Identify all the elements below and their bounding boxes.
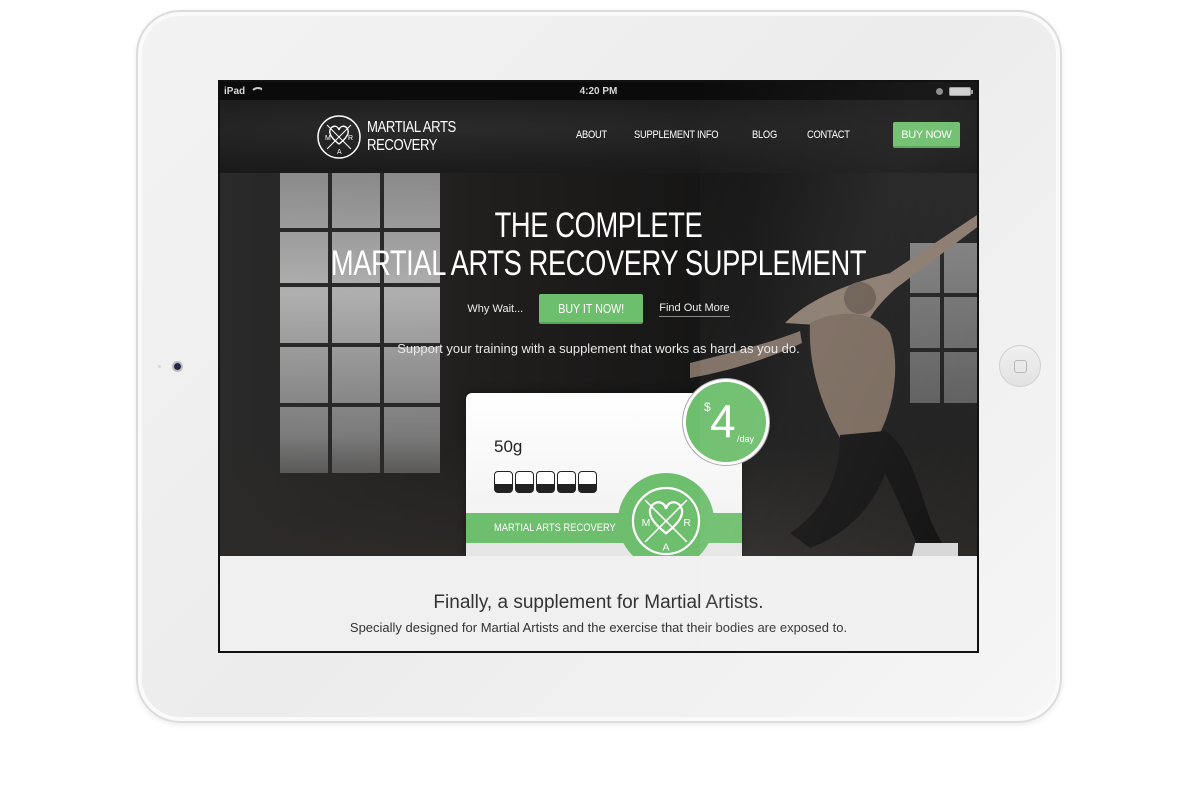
nav-contact[interactable]: CONTACT (807, 122, 850, 148)
battery-icon (949, 86, 973, 96)
main-nav: ABOUT SUPPLEMENT INFO BLOG CONTACT BUY N… (576, 122, 960, 148)
nav-about[interactable]: ABOUT (576, 122, 607, 148)
logo-line2: RECOVERY (367, 137, 438, 154)
price-unit: /day (737, 434, 755, 444)
intro-section: Finally, a supplement for Martial Artist… (220, 556, 977, 651)
intro-subtitle: Specially designed for Martial Artists a… (349, 620, 848, 635)
site-logo[interactable]: M R A MARTIAL ARTS RECOVERY (316, 114, 475, 160)
logo-heart-icon: M R A (317, 115, 361, 159)
hero-title-line2: MARTIAL ARTS RECOVERY SUPPLEMENT (330, 244, 867, 283)
logo-letter-r: R (348, 135, 353, 142)
ipad-screen: iPad 4:20 PM M R A MARTIAL ARTS RECOVERY (218, 80, 979, 653)
logo-letter-m: M (325, 135, 331, 142)
product-weight: 50g (494, 437, 523, 456)
product-heart-icon: M R A (631, 486, 701, 556)
product-letter-a: A (663, 543, 670, 554)
nutrition-labels (494, 471, 597, 493)
nav-supplement-info[interactable]: SUPPLEMENT INFO (634, 122, 719, 148)
rotation-lock-icon (936, 87, 943, 95)
clock: 4:20 PM (579, 85, 618, 97)
buy-it-now-button[interactable]: BUY IT NOW! (539, 294, 644, 324)
nutrition-cell (536, 471, 555, 493)
home-button[interactable] (999, 345, 1041, 387)
status-bar: iPad 4:20 PM (220, 82, 977, 100)
cta-prefix-text: Why Wait... (467, 303, 524, 315)
intro-title: Finally, a supplement for Martial Artist… (433, 592, 764, 613)
battery-group (936, 86, 973, 96)
product-letter-m: M (642, 518, 651, 529)
nutrition-cell (578, 471, 597, 493)
price-badge: $ 4 /day (683, 379, 769, 465)
hero-subtitle: Support your training with a supplement … (397, 341, 800, 356)
find-out-more-link[interactable]: Find Out More (659, 302, 730, 317)
product-logo: M R A (618, 473, 714, 556)
price-value: 4 (710, 395, 736, 447)
light-sensor (158, 365, 161, 368)
nutrition-cell (557, 471, 576, 493)
logo-wordmark: MARTIAL ARTS RECOVERY (367, 119, 456, 155)
nutrition-cell (494, 471, 513, 493)
nav-blog[interactable]: BLOG (752, 122, 777, 148)
hero-section: THE COMPLETE MARTIAL ARTS RECOVERY SUPPL… (220, 173, 977, 556)
hero-cta-row: Why Wait... BUY IT NOW! Find Out More (220, 294, 977, 324)
site-header: M R A MARTIAL ARTS RECOVERY ABOUT SUPPLE… (220, 100, 977, 173)
home-square-icon (1013, 359, 1027, 373)
product-letter-r: R (683, 518, 691, 529)
buy-now-button[interactable]: BUY NOW (893, 122, 960, 148)
hero-title-line1: THE COMPLETE (494, 206, 703, 245)
buy-it-now-label: BUY IT NOW! (558, 301, 625, 316)
logo-line1: MARTIAL ARTS (367, 119, 456, 136)
nutrition-cell (515, 471, 534, 493)
product-brand-text: MARTIAL ARTS RECOVERY (494, 522, 616, 534)
front-camera (172, 361, 183, 372)
logo-letter-a: A (337, 149, 342, 156)
